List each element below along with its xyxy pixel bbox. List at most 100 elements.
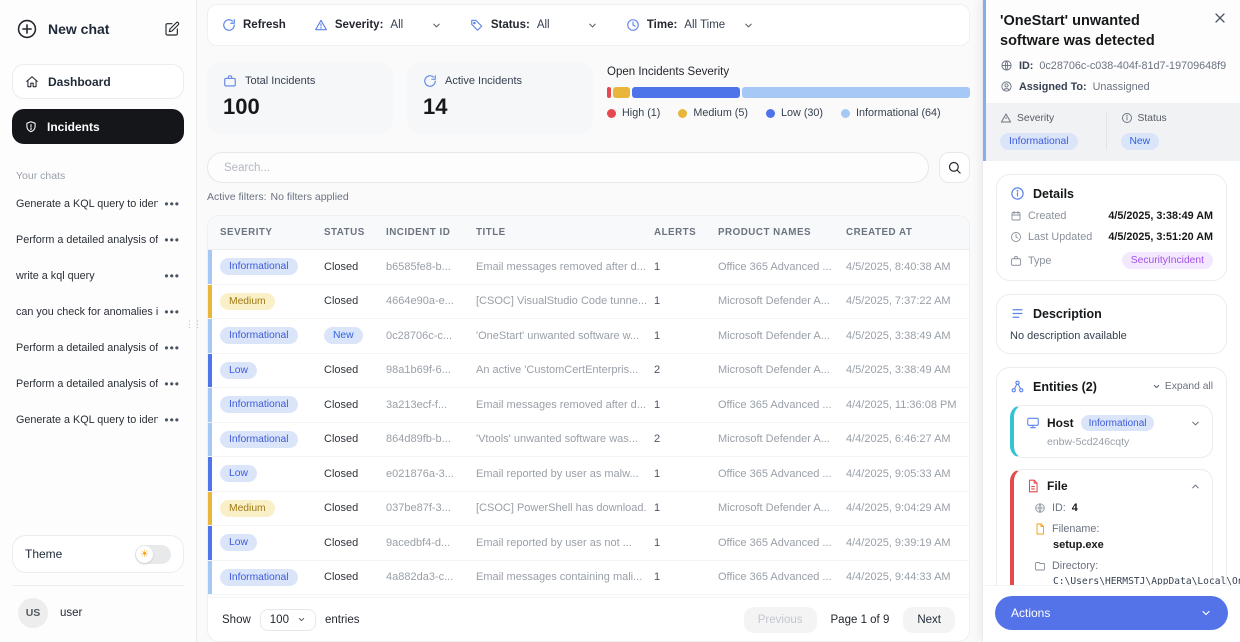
status-text: Closed [324,295,358,307]
table-row[interactable]: Medium Closed 4664e90a-e... [CSOC] Visua… [208,285,969,320]
incident-id: 4a882da3-c... [378,571,468,583]
sidebar-item-incidents[interactable]: Incidents [12,109,184,144]
entries-select[interactable]: 100 [260,609,316,631]
refresh-button[interactable]: Refresh [222,18,296,32]
briefcase-icon [1010,255,1022,267]
created-at: 4/4/2025, 6:46:27 AM [838,433,969,445]
your-chats-header: Your chats [16,170,180,182]
chat-menu-icon[interactable]: ••• [164,198,180,210]
next-button[interactable]: Next [903,607,955,633]
table-row[interactable]: Informational Closed 4a882da3-c... Email… [208,561,969,596]
sidebar-resize-handle[interactable]: ⋮⋮ [189,316,197,332]
col-title[interactable]: TITLE [468,227,646,238]
bar-segment-medium [613,87,631,98]
alerts-count: 1 [646,399,710,411]
description-card: Description No description available [996,294,1227,354]
chat-menu-icon[interactable]: ••• [164,378,180,390]
status-filter[interactable]: Status: All [460,18,608,32]
clock-icon [626,18,640,32]
chevron-down-icon[interactable] [1190,418,1201,429]
severity-filter[interactable]: Severity: All [304,18,452,32]
host-name: enbw-5cd246cqty [1047,436,1201,448]
sidebar-item-dashboard[interactable]: Dashboard [12,64,184,99]
incident-id: 037be87f-3... [378,502,468,514]
alerts-count: 1 [646,537,710,549]
incident-id: 0c28706c-c... [378,330,468,342]
filename-label: Filename: [1052,523,1099,535]
expand-all-button[interactable]: Expand all [1152,381,1213,392]
chart-title: Open Incidents Severity [607,66,970,78]
col-incident-id[interactable]: INCIDENT ID [378,227,468,238]
col-product-names[interactable]: PRODUCT NAMES [710,227,838,238]
product-names: Microsoft Defender A... [710,295,838,307]
chevron-up-icon[interactable] [1190,481,1201,492]
open-incidents-severity-chart: Open Incidents Severity High (1) Medium … [607,62,970,119]
table-row[interactable]: Low Closed 98a1b69f-6... An active 'Cust… [208,354,969,389]
chat-menu-icon[interactable]: ••• [164,270,180,282]
assigned-to-label: Assigned To: [1019,81,1087,93]
chat-title: Perform a detailed analysis of incident … [16,378,158,390]
avatar: US [18,598,48,628]
chat-list-item[interactable]: can you check for anomalies indicating •… [12,294,184,330]
severity-badge: Medium [220,293,275,310]
incident-id: 98a1b69f-6... [378,364,468,376]
chat-menu-icon[interactable]: ••• [164,342,180,354]
status-text: Closed [324,399,358,411]
col-severity[interactable]: SEVERITY [212,227,316,238]
col-alerts[interactable]: ALERTS [646,227,710,238]
chat-menu-icon[interactable]: ••• [164,414,180,426]
chevron-down-icon [431,20,442,31]
panel-footer: Actions [983,585,1240,642]
theme-toggle[interactable]: ☀ [135,545,171,564]
table-row[interactable]: Informational Closed 3a213ecf-f... Email… [208,388,969,423]
table-row[interactable]: Low Closed 9acedbf4-d... Email reported … [208,526,969,561]
last-updated-value: 4/5/2025, 3:51:20 AM [1108,231,1213,243]
status-text: Closed [324,261,358,273]
chat-list-item[interactable]: write a kql query ••• [12,258,184,294]
incident-title: Email messages removed after d... [468,261,646,273]
legend-dot-high [607,109,616,118]
briefcase-icon [223,74,237,88]
chevron-down-icon [297,615,306,624]
search-input[interactable] [207,152,929,183]
host-entity-card[interactable]: Host Informational enbw-5cd246cqty [1010,405,1213,458]
chat-list-item[interactable]: Generate a KQL query to identify unusua … [12,402,184,438]
created-value: 4/5/2025, 3:38:49 AM [1108,210,1213,222]
table-row[interactable]: Informational Closed 864d89fb-b... 'Vtoo… [208,423,969,458]
table-row[interactable]: Medium Closed 037be87f-3... [CSOC] Power… [208,492,969,527]
legend-dot-low [766,109,775,118]
panel-scroll-area[interactable]: Details Created 4/5/2025, 3:38:49 AM Las… [983,161,1240,642]
person-icon [1000,80,1013,93]
chat-list-item[interactable]: Perform a detailed analysis of incident … [12,330,184,366]
active-filters-value: No filters applied [271,191,349,203]
col-created-at[interactable]: CREATED AT [838,227,969,238]
expand-all-label: Expand all [1165,381,1213,392]
actions-button[interactable]: Actions [995,596,1228,630]
close-icon[interactable] [1212,10,1228,26]
file-icon [1026,479,1040,493]
table-row[interactable]: Informational Closed b6585fe8-b... Email… [208,250,969,285]
chat-list-item[interactable]: Generate a KQL query to identify unusua … [12,186,184,222]
severity-badge: Medium [220,500,275,517]
chat-menu-icon[interactable]: ••• [164,234,180,246]
chat-menu-icon[interactable]: ••• [164,306,180,318]
host-icon [1026,416,1040,430]
chat-list-item[interactable]: Perform a detailed analysis of incident … [12,366,184,402]
user-row[interactable]: US user [12,596,184,632]
previous-button[interactable]: Previous [744,607,817,633]
new-chat-button[interactable]: New chat [12,12,184,42]
file-entity-type: File [1047,479,1068,493]
chat-list-item[interactable]: Perform a detailed analysis of incident … [12,222,184,258]
search-button[interactable] [939,152,970,183]
edit-icon[interactable] [164,21,180,37]
table-row-selected[interactable]: Informational New 0c28706c-c... 'OneStar… [208,319,969,354]
time-filter[interactable]: Time: All Time [616,18,764,32]
time-filter-label: Time: [647,19,677,31]
legend-label: Informational (64) [856,107,941,119]
col-status[interactable]: STATUS [316,227,378,238]
file-id-label: ID: [1052,502,1066,514]
tag-icon [470,18,484,32]
total-incidents-label: Total Incidents [245,75,315,87]
stats-row: Total Incidents 100 Active Incidents 14 … [207,62,970,134]
table-row[interactable]: Low Closed e021876a-3... Email reported … [208,457,969,492]
